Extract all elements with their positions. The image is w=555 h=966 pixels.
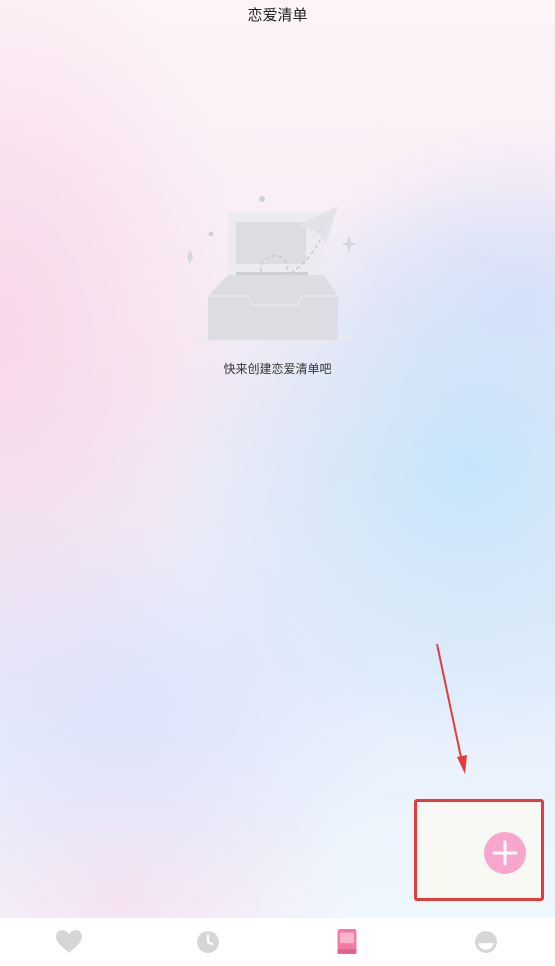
annotation-arrow xyxy=(436,643,467,774)
tab-love-list[interactable] xyxy=(278,918,417,966)
empty-state-illustration xyxy=(180,190,370,350)
tab-clock[interactable] xyxy=(139,918,278,966)
add-list-button[interactable] xyxy=(484,832,526,874)
book-icon xyxy=(337,929,357,954)
empty-state-message: 快来创建恋爱清单吧 xyxy=(223,362,332,376)
clock-icon xyxy=(197,931,220,953)
plus-icon xyxy=(492,840,518,866)
tab-heart[interactable] xyxy=(0,918,139,966)
profile-icon xyxy=(474,931,497,953)
tab-profile[interactable] xyxy=(416,918,555,966)
heart-icon xyxy=(56,930,83,953)
page-title: 恋爱清单 xyxy=(247,6,308,24)
bottom-tab-bar xyxy=(0,918,555,966)
